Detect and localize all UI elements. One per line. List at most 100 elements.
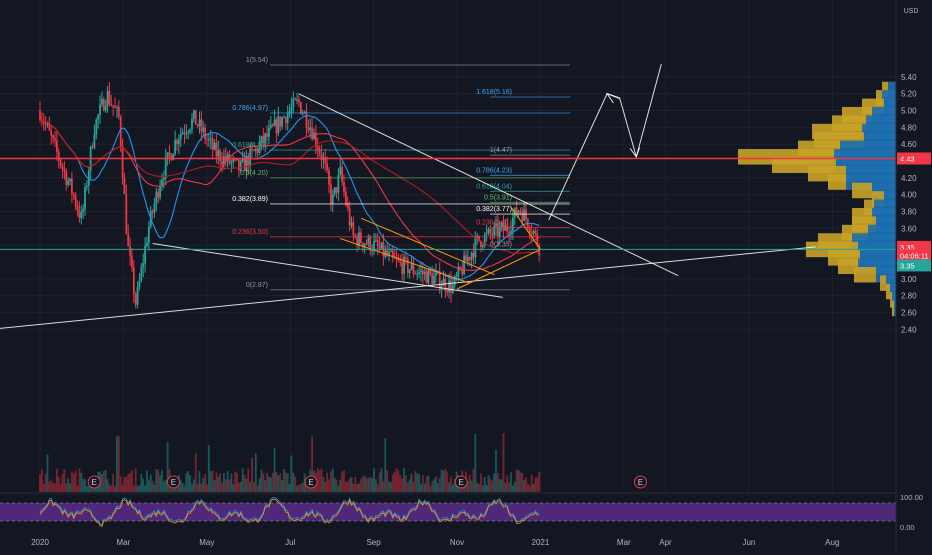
candle-body — [511, 217, 514, 231]
candle-body — [101, 99, 103, 105]
earnings-marker-label: E — [638, 478, 643, 487]
volume-bar — [350, 476, 353, 492]
candle-body — [138, 280, 141, 287]
volume-bar — [84, 479, 86, 492]
candle-body — [117, 106, 120, 117]
ma-slow-line — [39, 119, 540, 254]
volume-bar — [405, 475, 407, 492]
candle-body — [125, 193, 128, 234]
fibonacci-levels[interactable]: 1(5.54) 0.786(4.97) 0.618(4.53) 0.5(4.20) 0.… — [232, 57, 570, 291]
volume-bar — [536, 477, 539, 492]
volume-bar — [373, 468, 375, 492]
volume-bar — [198, 470, 201, 492]
candle-body — [427, 269, 430, 284]
candle-body — [162, 178, 165, 181]
candle-body — [207, 139, 210, 141]
volume-bar — [498, 478, 501, 492]
volume-bar — [254, 453, 257, 492]
volume-bar — [266, 472, 268, 492]
volume-bar — [108, 484, 111, 492]
candle-body — [367, 236, 370, 245]
candle-body — [468, 257, 471, 261]
volume-bar — [192, 479, 195, 492]
trend-line-lower — [152, 243, 503, 298]
price-chart[interactable]: 1(5.54) 0.786(4.97) 0.618(4.53) 0.5(4.20) 0.… — [0, 0, 932, 550]
volume-bar — [420, 483, 422, 492]
candle-body — [405, 257, 407, 259]
candle-body — [277, 116, 280, 134]
volume-bar — [117, 436, 120, 492]
volume-bar — [80, 472, 83, 492]
candle-body — [326, 163, 329, 171]
candle-body — [108, 90, 111, 104]
volume-bar — [228, 479, 231, 492]
candle-body — [438, 271, 441, 290]
vp-buy-bar — [892, 300, 894, 317]
axes[interactable]: 5.405.205.004.804.604.204.003.803.603.40… — [31, 0, 932, 550]
earnings-marker-label: E — [458, 478, 463, 487]
volume-bar — [140, 473, 143, 492]
volume-bar — [142, 478, 145, 492]
volume-bar — [136, 485, 139, 492]
candle-body — [61, 165, 64, 169]
volume-bar — [442, 470, 445, 492]
volume-bar — [48, 481, 51, 492]
drawings[interactable] — [0, 64, 816, 329]
time-tick-label: Jun — [742, 538, 755, 547]
candle-body — [177, 139, 180, 145]
chart-root[interactable]: 1(5.54) 0.786(4.97) 0.618(4.53) 0.5(4.20) 0.… — [0, 0, 932, 550]
candle-body — [343, 181, 345, 192]
volume-bar — [363, 475, 366, 492]
volume-bar — [222, 472, 225, 492]
candle-body — [273, 119, 276, 126]
candle-body — [309, 127, 312, 131]
volume-bar — [123, 477, 126, 492]
candle-body — [408, 269, 411, 274]
time-tick-label: Jul — [285, 538, 295, 547]
volume-bar — [238, 482, 240, 492]
candle-body — [344, 191, 347, 205]
candle-body — [215, 142, 218, 157]
volume-bar — [341, 471, 344, 492]
volume-bar — [78, 468, 81, 492]
candle-body — [346, 204, 349, 208]
volume-bar — [207, 445, 210, 492]
candle-body — [455, 276, 458, 278]
volume-bar — [269, 477, 272, 492]
candle-body — [230, 161, 233, 164]
candle-body — [192, 110, 195, 119]
candle-body — [328, 170, 330, 185]
candle-body — [91, 146, 94, 148]
candle-body — [448, 280, 450, 293]
volume-bar — [147, 479, 150, 492]
grid — [0, 0, 896, 492]
vp-buy-bar — [880, 275, 886, 291]
candle-body — [466, 257, 469, 262]
volume-bar — [448, 482, 450, 492]
candle-body — [80, 211, 83, 218]
candle-body — [433, 275, 435, 284]
candle-body — [530, 232, 533, 234]
candle-body — [446, 290, 449, 293]
candle-body — [185, 133, 188, 135]
candle-body — [294, 98, 297, 100]
volume-bar — [481, 485, 484, 492]
candle-body — [348, 207, 351, 226]
volume-bar — [151, 480, 154, 492]
volume-bar — [397, 470, 400, 492]
volume-bar — [427, 475, 430, 492]
candle-body — [420, 270, 422, 272]
candle-body — [374, 240, 377, 242]
vp-buy-bar — [890, 292, 892, 308]
volume-bar — [322, 477, 325, 492]
volume-bar — [292, 472, 295, 492]
volume-bar — [236, 472, 238, 492]
earnings-marker-label: E — [171, 478, 176, 487]
candle-body — [174, 140, 177, 155]
volume-bar — [114, 485, 116, 492]
candle-body — [67, 181, 70, 185]
candle-body — [157, 191, 160, 198]
volume-bar — [268, 476, 270, 492]
candle-body — [352, 222, 355, 236]
volume-bar — [395, 468, 398, 492]
